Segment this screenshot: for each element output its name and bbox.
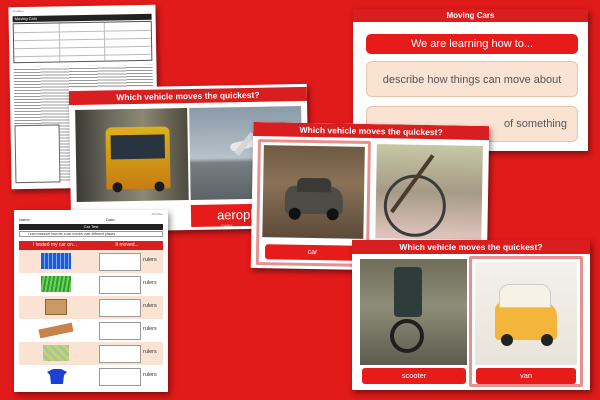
unit-label: rulers: [143, 349, 157, 355]
worksheet-header-col1: I tested my car on...: [19, 241, 91, 250]
objectives-subtitle: We are learning how to...: [366, 34, 578, 54]
worksheet-row: rulers: [19, 273, 163, 297]
tshirt-icon: [47, 369, 67, 384]
lesson-plan-side-box: [14, 124, 61, 184]
bus-slide-brand: PlanBee: [221, 223, 233, 228]
unit-label: rulers: [143, 257, 157, 263]
objective-item-2-text: of something: [504, 118, 567, 130]
grass-icon: [41, 276, 71, 292]
car-slide-title: Which vehicle moves the quickest?: [253, 121, 490, 141]
van-photo: [475, 262, 577, 365]
worksheet-row: rulers: [19, 319, 163, 343]
car-test-worksheet: PlanBee Name: Date: Car Test I can measu…: [14, 210, 168, 392]
unit-label: rulers: [143, 280, 157, 286]
worksheet-row: rulers: [19, 296, 163, 320]
unit-label: rulers: [143, 326, 157, 332]
carpet-icon: [43, 345, 69, 361]
car-caption: car: [264, 244, 361, 261]
worksheet-objective: I can measure how far a car moves over d…: [19, 231, 163, 237]
worksheet-header-col2: It moved...: [91, 241, 163, 250]
worksheet-row: rulers: [19, 342, 163, 366]
worksheet-name-label: Name:: [19, 217, 31, 222]
answer-box[interactable]: [99, 299, 141, 317]
grid-mat-icon: [41, 253, 71, 269]
answer-box[interactable]: [99, 322, 141, 340]
lesson-plan-brand: PlanBee: [12, 9, 24, 14]
worksheet-row: rulers: [19, 365, 163, 388]
unit-label: rulers: [143, 303, 157, 309]
scooter-photo: [360, 259, 467, 365]
bus-slide-title: Which vehicle moves the quickest?: [68, 86, 308, 106]
answer-box[interactable]: [99, 276, 141, 294]
car-photo: [262, 145, 365, 239]
cardboard-box-icon: [45, 299, 67, 315]
answer-box[interactable]: [99, 345, 141, 363]
bicycle-photo: [375, 144, 483, 240]
unit-label: rulers: [143, 372, 157, 378]
slide-scooter-van: Which vehicle moves the quickest? scoote…: [352, 240, 590, 390]
worksheet-brand: PlanBee: [151, 212, 163, 216]
worksheet-row: rulers: [19, 250, 163, 274]
lesson-plan-table: [12, 20, 153, 64]
van-slide-title: Which vehicle moves the quickest?: [352, 240, 590, 254]
objective-item-1: describe how things can move about: [366, 61, 578, 97]
wood-plank-icon: [38, 322, 74, 339]
answer-box[interactable]: [99, 368, 141, 386]
van-photo-frame: van: [469, 256, 583, 387]
van-caption: van: [476, 368, 576, 384]
scooter-caption: scooter: [362, 368, 466, 384]
bus-photo: [75, 108, 189, 202]
worksheet-date-label: Date:: [106, 217, 116, 222]
answer-box[interactable]: [99, 253, 141, 271]
worksheet-title: Car Test: [19, 224, 163, 230]
objectives-title: Moving Cars: [353, 9, 588, 22]
